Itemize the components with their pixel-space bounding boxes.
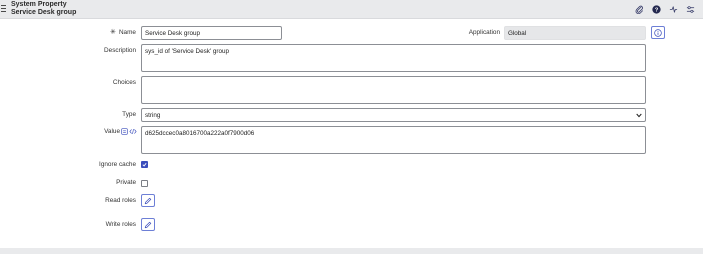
- dictionary-icon[interactable]: [121, 128, 128, 135]
- required-marker: ✳: [110, 29, 116, 36]
- description-textarea[interactable]: sys_id of 'Service Desk' group: [141, 44, 646, 72]
- private-checkbox[interactable]: [141, 180, 148, 187]
- write-roles-label: Write roles: [105, 221, 136, 228]
- description-label: Description: [104, 47, 136, 54]
- pencil-icon: [144, 197, 152, 204]
- chevron-down-icon: [636, 113, 642, 118]
- record-name-title: Service Desk group: [11, 9, 77, 16]
- help-icon[interactable]: ?: [651, 4, 661, 14]
- name-input[interactable]: Service Desk group: [141, 26, 282, 40]
- svg-text:?: ?: [654, 7, 658, 13]
- activity-icon[interactable]: [668, 4, 678, 14]
- record-type-title: System Property: [11, 1, 67, 8]
- private-label: Private: [116, 179, 136, 186]
- page-title: System Property Service Desk group: [11, 1, 76, 17]
- type-label: Type: [122, 111, 136, 118]
- application-info-button[interactable]: [651, 26, 665, 39]
- application-label: Application: [468, 29, 500, 36]
- read-roles-label: Read roles: [105, 197, 136, 204]
- write-roles-edit-button[interactable]: [141, 218, 155, 231]
- pencil-icon: [144, 221, 152, 228]
- check-icon: [142, 162, 147, 167]
- type-select[interactable]: string: [141, 108, 646, 122]
- choices-label: Choices: [112, 79, 136, 86]
- ignore-cache-checkbox[interactable]: [141, 161, 148, 168]
- info-icon: [654, 28, 662, 37]
- ignore-cache-label: Ignore cache: [99, 161, 136, 168]
- menu-icon[interactable]: [0, 3, 9, 13]
- settings-sliders-icon[interactable]: [685, 4, 695, 14]
- form-header: System Property Service Desk group ?: [0, 0, 703, 19]
- application-field: Global: [504, 26, 646, 40]
- read-roles-edit-button[interactable]: [141, 194, 155, 207]
- choices-textarea[interactable]: [141, 76, 646, 104]
- paperclip-icon[interactable]: [634, 4, 644, 14]
- value-textarea[interactable]: d625dccec0a8016700a222a0f7900d06: [141, 126, 646, 154]
- form-footer: [0, 248, 703, 254]
- header-actions: ?: [634, 4, 695, 14]
- type-select-value: string: [145, 112, 161, 119]
- value-label: Value: [104, 128, 120, 135]
- code-icon[interactable]: [129, 128, 137, 135]
- name-label: Name: [118, 29, 136, 36]
